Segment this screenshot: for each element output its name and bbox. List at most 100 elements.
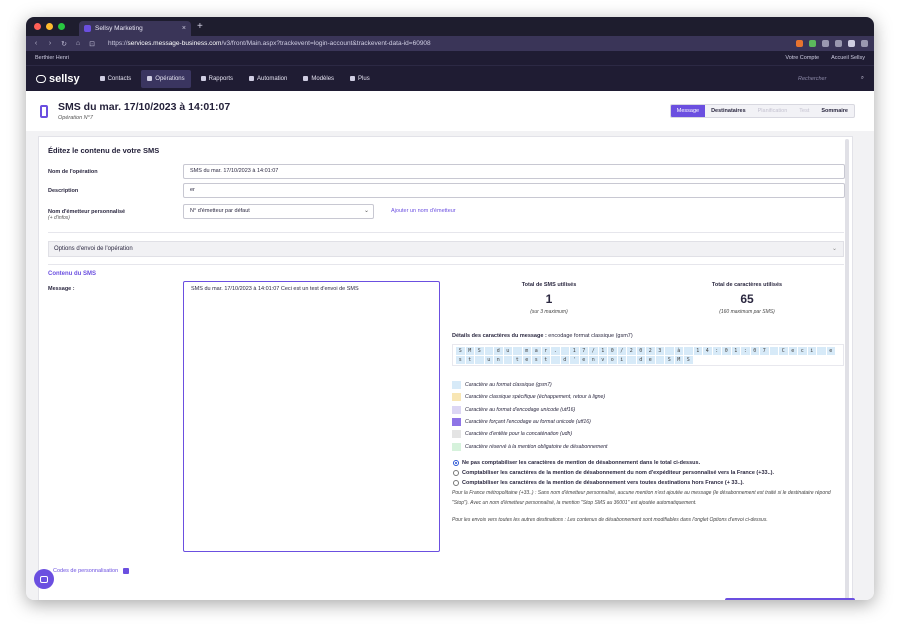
legend-item: Caractère au format classique (gsm7) [452,379,607,391]
home-icon[interactable]: ⌂ [74,40,82,47]
sellsy-home-link[interactable]: Accueil Sellsy [831,55,865,61]
char-cell: 1 [731,347,740,355]
tab-planification: Planification [757,108,788,114]
radio-button[interactable] [453,460,459,466]
reload-icon[interactable]: ↻ [60,40,68,48]
radio-option[interactable]: Comptabiliser les caractères de la menti… [453,468,774,478]
char-cell [665,347,674,355]
chart-icon [200,76,206,81]
char-cell: n [494,356,503,364]
tab-destinataires[interactable]: Destinataires [705,105,752,117]
char-cell [551,356,560,364]
char-cell: S [665,356,674,364]
account-link[interactable]: Votre Compte [785,55,819,61]
char-cell: / [589,347,598,355]
brave-shield-icon[interactable] [796,40,803,47]
more-icon [350,76,356,81]
divider [48,232,844,233]
char-cell: u [484,356,493,364]
nav-automation[interactable]: Automation [243,70,293,88]
legend-label: Caractère au format classique (gsm7) [465,382,552,389]
operation-name-input[interactable]: SMS du mar. 17/10/2023 à 14:01:07 [183,164,845,179]
sender-info-link[interactable]: (+ d'infos) [48,215,125,221]
char-cell: o [608,356,617,364]
tab-sommaire[interactable]: Sommaire [815,105,854,117]
bookmark-icon[interactable]: ⊡ [88,40,96,48]
nav-contacts[interactable]: Contacts [94,70,138,88]
sidebar-icon[interactable] [835,40,842,47]
nav-operations[interactable]: Opérations [141,69,191,88]
nav-label: Automation [257,75,288,82]
char-cell: à [674,347,683,355]
phone-icon [40,104,48,118]
sms-content-title: Contenu du SMS [48,271,96,277]
browser-tab[interactable]: Sellsy Marketing × [79,21,191,36]
char-cell: ' [570,356,579,364]
radio-option[interactable]: Ne pas comptabiliser les caractères de m… [453,458,774,468]
radio-button[interactable] [453,470,459,476]
char-count-value: 65 [740,292,754,306]
legend-swatch [452,381,461,390]
maximize-window-button[interactable] [58,23,65,30]
description-input[interactable]: er [183,183,845,198]
char-cell: : [712,347,721,355]
sender-select[interactable]: N° d'émetteur par défaut ⌄ [183,204,374,219]
extension-icon[interactable] [809,40,816,47]
tab-test: Test [799,108,810,114]
close-window-button[interactable] [34,23,41,30]
char-cell [475,356,484,364]
user-name[interactable]: Berthier Henri [35,55,69,61]
menu-icon[interactable] [861,40,868,47]
nav-label: Opérations [155,75,185,82]
nav-plus[interactable]: Plus [344,70,376,88]
legend-swatch [452,430,461,439]
search-input[interactable]: Rechercher ⌕ [798,75,864,82]
logo-text: sellsy [49,72,80,85]
char-cell: 2 [646,347,655,355]
radio-option[interactable]: Comptabiliser les caractères de la menti… [453,478,774,488]
new-tab-button[interactable]: + [197,21,203,32]
tab-message[interactable]: Message [670,105,706,117]
operation-number: Opération N°7 [58,115,93,121]
search-icon[interactable]: ⌕ [861,75,864,82]
back-icon[interactable]: ‹ [32,40,40,47]
url-field[interactable]: https://services.message-business.com/v3… [108,40,431,47]
char-cell: 1 [693,347,702,355]
nav-modeles[interactable]: Modèles [297,70,340,88]
url-path: /v3/front/Main.aspx?trackevent=login-acc… [221,40,431,47]
char-cell: t [541,356,550,364]
sellsy-logo[interactable]: sellsy [36,73,80,85]
legend-label: Caractère réservé à la mention obligatoi… [465,443,608,450]
chat-widget-button[interactable] [34,569,54,589]
minimize-window-button[interactable] [46,23,53,30]
char-cell [655,356,664,364]
char-cell: / [617,347,626,355]
char-cell [484,347,493,355]
details-title-bold: Détails des caractères du message : [452,333,547,339]
char-cell: s [456,356,465,364]
next-button[interactable] [725,598,855,600]
send-options-accordion[interactable]: Options d'envoi de l'opération ⌄ [48,241,844,257]
profile-icon[interactable] [848,40,855,47]
forward-icon[interactable]: › [46,40,54,47]
operation-header: SMS du mar. 17/10/2023 à 14:01:07 Opérat… [26,91,874,131]
char-cell [560,347,569,355]
url-prefix: https:// [108,40,128,47]
nav-rapports[interactable]: Rapports [195,70,239,88]
page-content: SMS du mar. 17/10/2023 à 14:01:07 Opérat… [26,91,874,600]
search-placeholder: Rechercher [798,75,827,82]
tab-close-icon[interactable]: × [182,25,186,32]
puzzle-icon[interactable] [822,40,829,47]
char-cell: i [807,347,816,355]
add-sender-link[interactable]: Ajouter un nom d'émetteur [391,208,456,214]
char-cell: M [465,347,474,355]
char-count-title: Total de caractères utilisés [711,282,783,288]
personalization-codes-link[interactable]: Codes de personnalisation [53,568,130,574]
message-textarea[interactable]: SMS du mar. 17/10/2023 à 14:01:07 Ceci e… [183,281,440,552]
radio-button[interactable] [453,480,459,486]
grid-icon [303,76,309,81]
legend-item: Caractère réservé à la mention obligatoi… [452,440,607,452]
extensions-area [796,40,868,47]
char-cell: e [646,356,655,364]
scrollbar[interactable] [845,139,849,600]
